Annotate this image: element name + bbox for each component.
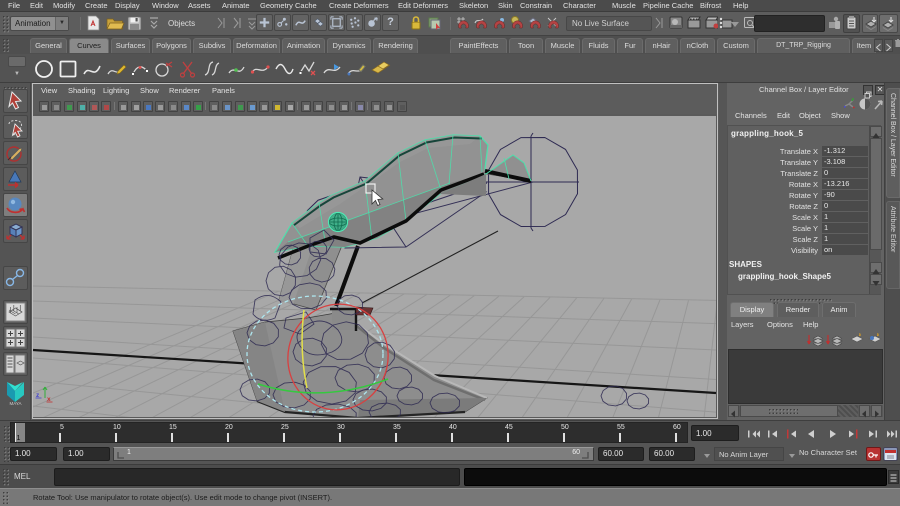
svg-text:MAYA: MAYA [9,401,21,406]
